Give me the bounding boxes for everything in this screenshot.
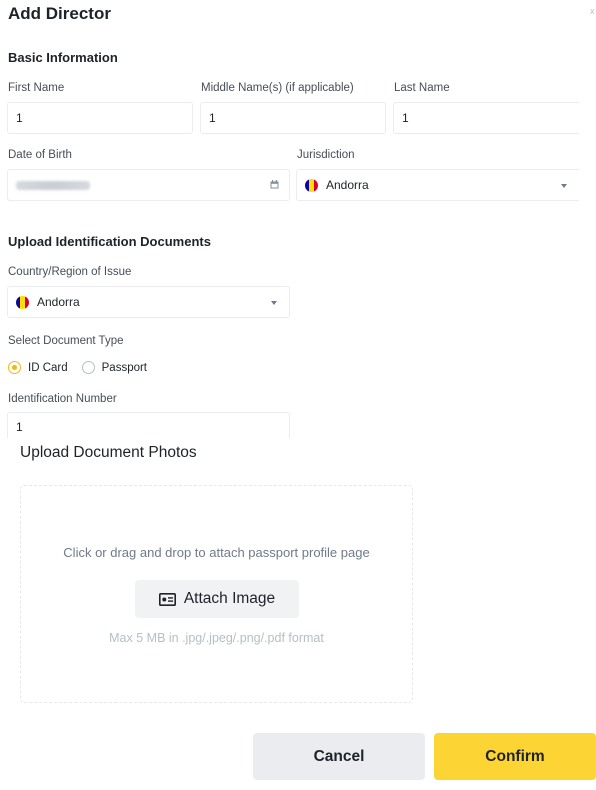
country-selected: Andorra bbox=[16, 295, 80, 309]
format-hint: Max 5 MB in .jpg/.jpeg/.png/.pdf format bbox=[109, 631, 324, 645]
upload-photos-heading: Upload Document Photos bbox=[20, 444, 197, 461]
radio-id-card-label: ID Card bbox=[28, 361, 68, 374]
chevron-down-icon bbox=[271, 301, 277, 305]
id-number-label: Identification Number bbox=[8, 393, 117, 405]
attach-image-label: Attach Image bbox=[183, 590, 276, 607]
first-name-label: First Name bbox=[8, 82, 65, 94]
identification-heading: Upload Identification Documents bbox=[8, 234, 211, 249]
dob-input[interactable] bbox=[7, 169, 290, 201]
jurisdiction-value: Andorra bbox=[326, 178, 369, 192]
dialog-title: Add Director bbox=[8, 4, 111, 23]
last-name-value: 1 bbox=[402, 111, 409, 125]
middle-name-input[interactable]: 1 bbox=[200, 102, 386, 134]
country-select[interactable]: Andorra bbox=[7, 286, 290, 318]
radio-id-card[interactable]: ID Card bbox=[8, 361, 68, 374]
dob-label: Date of Birth bbox=[8, 149, 72, 161]
id-number-input[interactable]: 1 bbox=[7, 412, 290, 438]
doc-type-radio-group: ID Card Passport bbox=[8, 361, 147, 374]
radio-passport[interactable]: Passport bbox=[81, 361, 148, 374]
radio-checked-icon bbox=[8, 361, 21, 374]
country-label: Country/Region of Issue bbox=[8, 266, 132, 278]
id-number-value: 1 bbox=[16, 420, 23, 434]
attach-image-button[interactable]: Attach Image bbox=[135, 580, 299, 618]
image-icon bbox=[158, 592, 176, 606]
first-name-input[interactable]: 1 bbox=[7, 102, 193, 134]
radio-unchecked-icon bbox=[81, 361, 95, 374]
upload-dropzone[interactable]: Click or drag and drop to attach passpor… bbox=[20, 485, 413, 703]
jurisdiction-label: Jurisdiction bbox=[297, 149, 355, 161]
last-name-label: Last Name bbox=[394, 82, 450, 94]
last-name-input[interactable]: 1 bbox=[393, 102, 579, 134]
andorra-flag-icon bbox=[305, 178, 318, 192]
middle-name-label: Middle Name(s) (if applicable) bbox=[201, 82, 354, 94]
andorra-flag-icon bbox=[16, 295, 29, 309]
radio-passport-label: Passport bbox=[101, 361, 148, 374]
confirm-button[interactable]: Confirm bbox=[434, 733, 596, 780]
chevron-down-icon bbox=[561, 184, 567, 188]
basic-info-heading: Basic Information bbox=[8, 50, 118, 65]
jurisdiction-selected: Andorra bbox=[305, 178, 369, 192]
jurisdiction-select[interactable]: Andorra bbox=[296, 169, 579, 201]
close-icon[interactable]: x bbox=[590, 6, 595, 16]
country-value: Andorra bbox=[37, 295, 80, 309]
dob-value-redacted bbox=[16, 180, 90, 190]
first-name-value: 1 bbox=[16, 111, 23, 125]
cancel-button[interactable]: Cancel bbox=[253, 733, 425, 780]
calendar-icon[interactable] bbox=[270, 180, 279, 189]
doc-type-label: Select Document Type bbox=[8, 335, 124, 347]
middle-name-value: 1 bbox=[209, 111, 216, 125]
dropzone-hint: Click or drag and drop to attach passpor… bbox=[63, 545, 370, 560]
